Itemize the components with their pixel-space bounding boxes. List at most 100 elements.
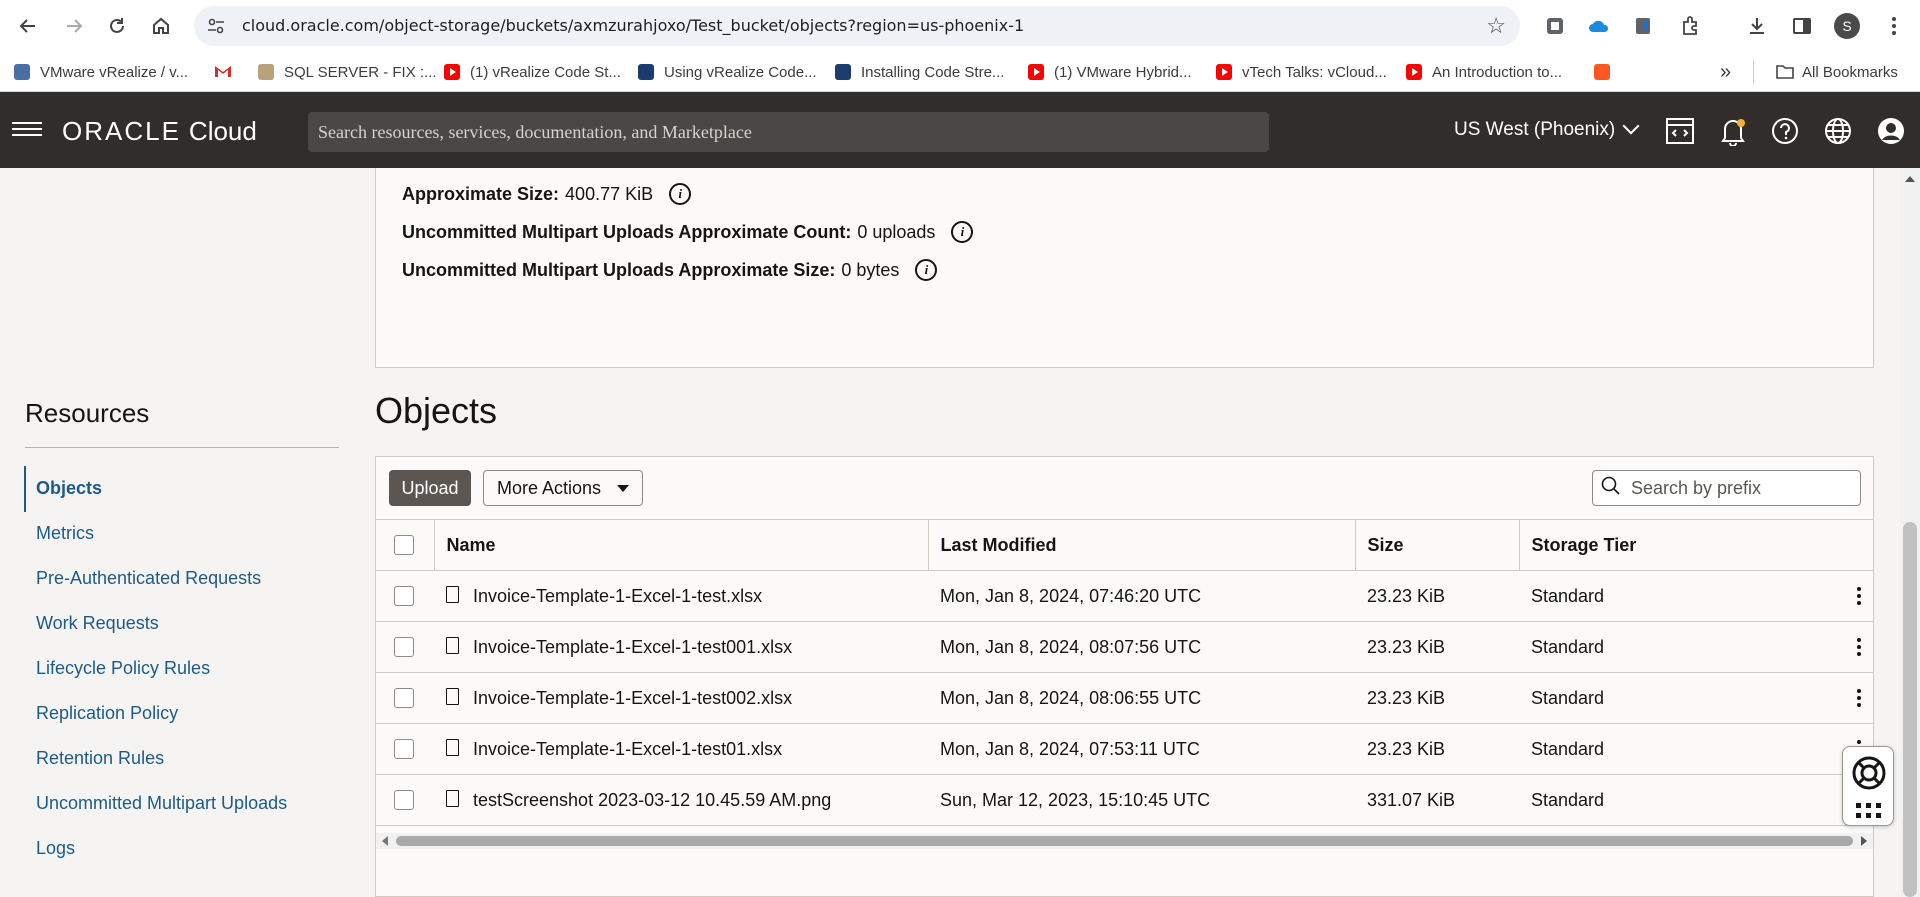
bookmark-item[interactable]: vTech Talks: vCloud... bbox=[1216, 62, 1387, 82]
prefix-search-box[interactable] bbox=[1592, 470, 1861, 506]
last-modified-cell: Mon, Jan 8, 2024, 08:06:55 UTC bbox=[928, 672, 1355, 724]
info-icon[interactable]: i bbox=[915, 259, 938, 281]
browser-menu-kebab-icon[interactable] bbox=[1880, 12, 1908, 40]
info-icon[interactable]: i bbox=[669, 183, 692, 205]
bookmark-item[interactable]: (1) VMware Hybrid... bbox=[1028, 62, 1192, 82]
help-support-widget[interactable] bbox=[1842, 746, 1894, 826]
all-bookmarks-button[interactable]: All Bookmarks bbox=[1776, 62, 1898, 82]
back-arrow-icon[interactable] bbox=[12, 10, 44, 42]
file-icon bbox=[446, 790, 459, 808]
bookmark-item[interactable]: Using vRealize Code... bbox=[638, 62, 817, 82]
column-header-storage-tier[interactable]: Storage Tier bbox=[1518, 519, 1873, 571]
orange-app-icon bbox=[1594, 64, 1610, 80]
bookmark-item[interactable]: (1) vRealize Code St... bbox=[444, 62, 621, 82]
row-checkbox[interactable] bbox=[394, 586, 414, 606]
object-name-link[interactable]: Invoice-Template-1-Excel-1-test.xlsx bbox=[473, 586, 762, 606]
caret-down-icon bbox=[617, 484, 630, 492]
language-globe-icon[interactable] bbox=[1823, 116, 1853, 146]
row-checkbox[interactable] bbox=[394, 688, 414, 708]
user-profile-icon[interactable] bbox=[1876, 116, 1906, 146]
row-select-cell bbox=[376, 672, 434, 724]
extensions-puzzle-icon[interactable] bbox=[1677, 12, 1705, 40]
bookmark-item[interactable] bbox=[1594, 62, 1620, 82]
horizontal-scroll-thumb[interactable] bbox=[396, 836, 1853, 846]
browser-toolbar: cloud.oracle.com/object-storage/buckets/… bbox=[0, 0, 1920, 52]
sidebar-item-uncommitted-multipart-uploads[interactable]: Uncommitted Multipart Uploads bbox=[36, 793, 287, 814]
oracle-cloud-logo[interactable]: ORACLE Cloud bbox=[62, 116, 257, 146]
multipart-count-row: Uncommitted Multipart Uploads Approximat… bbox=[402, 221, 974, 243]
scroll-left-arrow-icon[interactable] bbox=[382, 836, 388, 846]
download-icon[interactable] bbox=[1743, 12, 1771, 40]
upload-button[interactable]: Upload bbox=[389, 470, 471, 506]
storage-tier-cell: Standard bbox=[1519, 774, 1873, 826]
notifications-bell-icon[interactable] bbox=[1718, 116, 1748, 146]
sqlserver-icon bbox=[258, 64, 274, 80]
youtube-icon bbox=[1028, 64, 1044, 80]
bookmark-item[interactable]: An Introduction to... bbox=[1406, 62, 1562, 82]
object-name-link[interactable]: testScreenshot 2023-03-12 10.45.59 AM.pn… bbox=[473, 790, 831, 810]
row-checkbox[interactable] bbox=[394, 739, 414, 759]
region-selector[interactable]: US West (Phoenix) bbox=[1454, 117, 1640, 141]
select-all-checkbox[interactable] bbox=[394, 535, 414, 555]
page-scroll-thumb[interactable] bbox=[1903, 522, 1917, 897]
home-icon[interactable] bbox=[145, 10, 177, 42]
scroll-right-arrow-icon[interactable] bbox=[1861, 836, 1867, 846]
sidebar-item-logs[interactable]: Logs bbox=[36, 838, 75, 859]
table-header-row: Name Last Modified Size Storage Tier bbox=[376, 519, 1873, 571]
horizontal-scrollbar[interactable] bbox=[376, 833, 1873, 849]
multipart-count-value: 0 uploads bbox=[857, 221, 936, 242]
prefix-search-input[interactable] bbox=[1631, 477, 1851, 499]
row-select-cell bbox=[376, 723, 434, 775]
cloud-shell-icon[interactable] bbox=[1665, 116, 1695, 146]
row-checkbox[interactable] bbox=[394, 790, 414, 810]
voice-extension-icon[interactable] bbox=[1630, 12, 1658, 40]
bookmark-label: An Introduction to... bbox=[1432, 63, 1563, 81]
sidebar-item-replication-policy[interactable]: Replication Policy bbox=[36, 703, 178, 724]
column-header-last-modified[interactable]: Last Modified bbox=[927, 519, 1355, 571]
row-checkbox[interactable] bbox=[394, 637, 414, 657]
row-actions-kebab-icon[interactable] bbox=[1849, 632, 1869, 662]
multipart-size-value: 0 bytes bbox=[841, 259, 900, 280]
bookmark-item[interactable]: VMware vRealize / v... bbox=[14, 62, 188, 82]
site-settings-icon[interactable] bbox=[206, 16, 226, 36]
sidebar-item-retention-rules[interactable]: Retention Rules bbox=[36, 748, 164, 769]
sidebar-item-pre-authenticated-requests[interactable]: Pre-Authenticated Requests bbox=[36, 568, 261, 589]
object-name-link[interactable]: Invoice-Template-1-Excel-1-test002.xlsx bbox=[473, 688, 792, 708]
apps-grid-icon bbox=[1856, 803, 1882, 824]
extension-puzzle-app-icon[interactable] bbox=[1541, 12, 1569, 40]
sidebar-item-lifecycle-policy-rules[interactable]: Lifecycle Policy Rules bbox=[36, 658, 210, 679]
more-actions-button[interactable]: More Actions bbox=[483, 470, 643, 506]
profile-avatar[interactable]: S bbox=[1834, 13, 1860, 39]
size-cell: 23.23 KiB bbox=[1355, 723, 1519, 775]
help-question-icon[interactable] bbox=[1770, 116, 1800, 146]
page-scrollbar[interactable] bbox=[1900, 168, 1920, 897]
reload-icon[interactable] bbox=[101, 10, 133, 42]
info-icon[interactable]: i bbox=[951, 221, 974, 243]
scroll-up-arrow-icon[interactable] bbox=[1905, 176, 1915, 182]
more-bookmarks-chevron-icon[interactable]: » bbox=[1720, 61, 1731, 83]
global-search-box[interactable] bbox=[308, 112, 1269, 152]
global-search-input[interactable] bbox=[318, 121, 1269, 143]
bookmark-item[interactable]: Installing Code Stre... bbox=[835, 62, 1004, 82]
sidebar-item-objects[interactable]: Objects bbox=[36, 478, 102, 499]
row-actions-kebab-icon[interactable] bbox=[1849, 683, 1869, 713]
row-actions-kebab-icon[interactable] bbox=[1849, 581, 1869, 611]
address-bar[interactable]: cloud.oracle.com/object-storage/buckets/… bbox=[194, 6, 1520, 46]
object-name-link[interactable]: Invoice-Template-1-Excel-1-test001.xlsx bbox=[473, 637, 792, 657]
object-name-link[interactable]: Invoice-Template-1-Excel-1-test01.xlsx bbox=[473, 739, 782, 759]
last-modified-cell: Mon, Jan 8, 2024, 08:07:56 UTC bbox=[928, 621, 1355, 673]
bookmark-item[interactable] bbox=[214, 62, 240, 82]
onedrive-cloud-icon[interactable] bbox=[1585, 12, 1613, 40]
forward-arrow-icon[interactable] bbox=[58, 10, 90, 42]
last-modified-cell: Mon, Jan 8, 2024, 07:46:20 UTC bbox=[928, 570, 1355, 622]
sidebar-item-metrics[interactable]: Metrics bbox=[36, 523, 94, 544]
column-header-size[interactable]: Size bbox=[1354, 519, 1519, 571]
bookmark-star-icon[interactable]: ☆ bbox=[1486, 13, 1506, 39]
column-header-name[interactable]: Name bbox=[433, 519, 928, 571]
sidebar-item-work-requests[interactable]: Work Requests bbox=[36, 613, 159, 634]
size-cell: 23.23 KiB bbox=[1355, 672, 1519, 724]
side-panel-icon[interactable] bbox=[1788, 12, 1816, 40]
bookmark-item[interactable]: SQL SERVER - FIX :... bbox=[258, 62, 437, 82]
folder-icon bbox=[1776, 64, 1794, 80]
hamburger-menu-icon[interactable] bbox=[12, 118, 42, 142]
